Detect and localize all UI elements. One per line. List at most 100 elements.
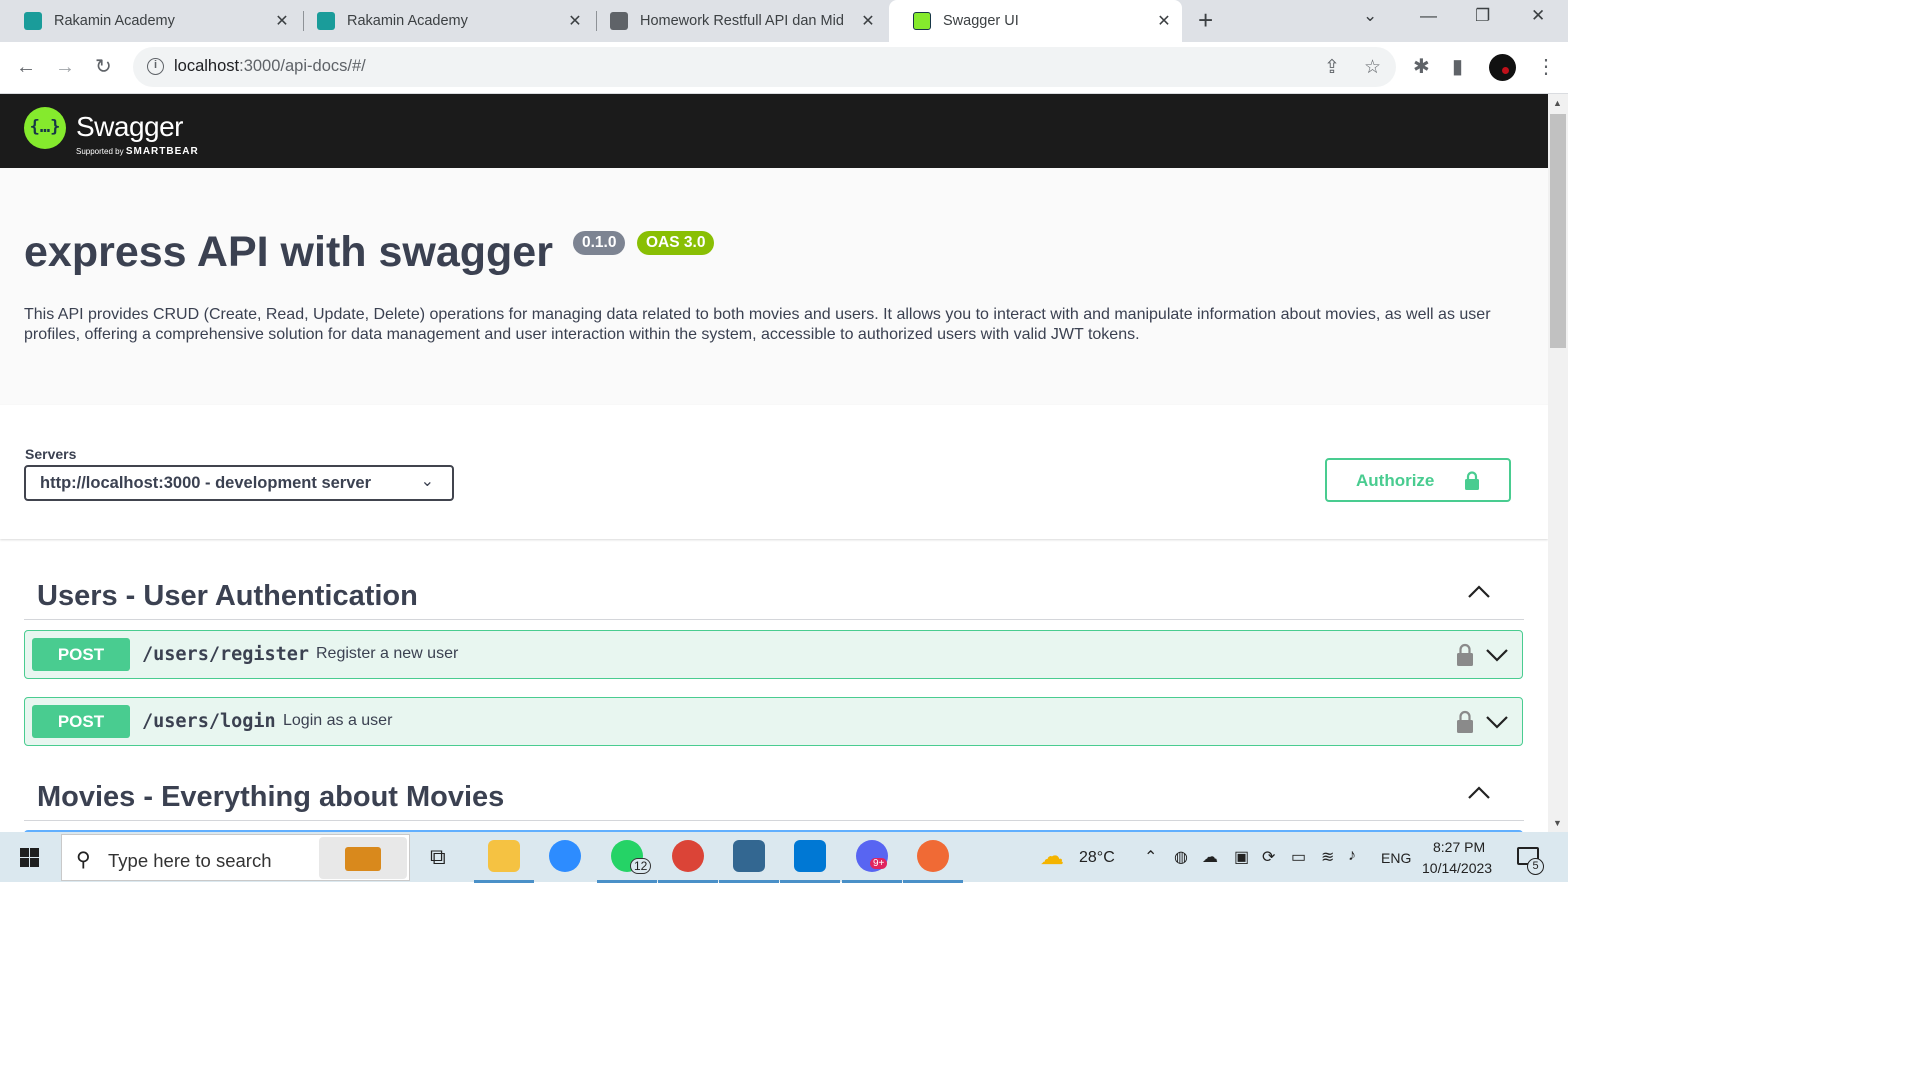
scroll-up-icon[interactable]: ▲ [1553, 98, 1562, 108]
version-badge: 0.1.0 [573, 231, 626, 255]
operation-path: /users/register [142, 644, 310, 665]
supported-by: Supported by SMARTBEAR [76, 146, 199, 157]
temperature[interactable]: 28°C [1079, 849, 1115, 867]
minimize-icon[interactable]: — [1420, 6, 1437, 26]
browser-toolbar: ← → ↻ i localhost:3000/api-docs/#/ ⇪ ☆ ✱… [0, 42, 1568, 94]
tab-title: Swagger UI [943, 13, 1019, 29]
chrome-icon[interactable] [658, 840, 718, 883]
server-select[interactable]: http://localhost:3000 - development serv… [24, 465, 454, 501]
scrollbar-thumb[interactable] [1550, 114, 1566, 348]
tag-movies[interactable]: Movies - Everything about Movies [24, 763, 1524, 821]
avatar[interactable] [1489, 54, 1516, 81]
browser-tab-bar: Rakamin Academy ✕ Rakamin Academy ✕ Home… [0, 0, 1568, 42]
clock-date[interactable]: 10/14/2023 [1422, 860, 1492, 876]
swagger-icon [913, 12, 931, 30]
operation-users-register[interactable]: POST /users/register Register a new user [24, 630, 1523, 679]
chevron-up-icon[interactable] [1467, 781, 1491, 805]
globe-icon [610, 12, 628, 30]
share-icon[interactable]: ⇪ [1324, 56, 1340, 79]
update-icon[interactable]: ⟳ [1262, 847, 1275, 867]
discord-badge: 9+ [870, 858, 888, 869]
rakamin-icon [24, 12, 42, 30]
task-view-icon[interactable]: ⧉ [430, 844, 446, 870]
method-badge: POST [32, 638, 130, 671]
battery-icon[interactable]: ▭ [1291, 847, 1306, 867]
operation-path: /users/login [142, 711, 276, 732]
clock-time[interactable]: 8:27 PM [1433, 839, 1485, 855]
scheme-container: Servers http://localhost:3000 - developm… [0, 405, 1548, 539]
close-icon[interactable]: ✕ [1156, 13, 1172, 30]
scroll-down-icon[interactable]: ▼ [1553, 818, 1562, 828]
onedrive-icon[interactable]: ☁ [1202, 847, 1218, 867]
chevron-up-icon[interactable] [1467, 580, 1491, 604]
back-icon[interactable]: ← [16, 56, 36, 78]
tab-search-icon[interactable]: ⌄ [1363, 6, 1377, 26]
servers-label: Servers [25, 446, 77, 462]
server-select-value: http://localhost:3000 - development serv… [40, 474, 372, 492]
tab-homework[interactable]: Homework Restfull API dan Mid ✕ [586, 0, 886, 42]
site-info-icon[interactable]: i [147, 58, 164, 75]
tab-title: Rakamin Academy [54, 13, 175, 29]
bookmark-star-icon[interactable]: ☆ [1364, 56, 1381, 79]
postman-icon[interactable] [903, 840, 963, 883]
search-icon: ⚲ [76, 849, 91, 871]
close-icon[interactable]: ✕ [567, 13, 583, 30]
meet-icon[interactable]: ▣ [1234, 847, 1249, 867]
chevron-down-icon[interactable] [1486, 645, 1508, 665]
swagger-page: {…} Swagger Supported by SMARTBEAR expre… [0, 94, 1548, 832]
tag-users[interactable]: Users - User Authentication [24, 562, 1524, 620]
briefcase-icon[interactable] [319, 837, 407, 879]
tag-title: Movies - Everything about Movies [37, 781, 505, 813]
swagger-topbar: {…} Swagger Supported by SMARTBEAR [0, 94, 1548, 168]
oas-badge: OAS 3.0 [637, 231, 715, 255]
swagger-brand[interactable]: Swagger [76, 111, 184, 143]
tab-title: Homework Restfull API dan Mid [640, 13, 844, 29]
volume-icon[interactable]: ♪ [1348, 847, 1356, 865]
tab-rakamin-2[interactable]: Rakamin Academy ✕ [293, 0, 593, 42]
language-indicator[interactable]: ENG [1381, 850, 1411, 866]
tab-title: Rakamin Academy [347, 13, 468, 29]
lock-icon[interactable] [1456, 710, 1474, 734]
windows-taskbar: ⚲ Type here to search ⧉ 12 9+ ☁ 28°C ⌃ ◍… [0, 832, 1568, 883]
chevron-down-icon: ⌄ [420, 473, 434, 490]
authorize-button[interactable]: Authorize [1325, 458, 1511, 502]
address-bar[interactable]: i localhost:3000/api-docs/#/ ⇪ ☆ [133, 47, 1396, 87]
method-badge: POST [32, 705, 130, 738]
notification-count: 5 [1527, 858, 1544, 875]
page-scrollbar[interactable]: ▲ ▼ [1548, 94, 1568, 832]
menu-icon[interactable]: ⋮ [1536, 56, 1556, 78]
close-icon[interactable]: ✕ [274, 13, 290, 30]
swagger-logo-icon[interactable]: {…} [24, 107, 66, 149]
whatsapp-badge: 12 [630, 858, 652, 874]
chevron-down-icon[interactable] [1486, 712, 1508, 732]
page-title: express API with swagger [24, 228, 553, 276]
close-icon[interactable]: ✕ [860, 13, 876, 30]
tab-swagger-ui[interactable]: Swagger UI ✕ [889, 0, 1182, 42]
lock-icon[interactable] [1456, 643, 1474, 667]
api-description: This API provides CRUD (Create, Read, Up… [24, 306, 1491, 343]
color-icon[interactable]: ◍ [1174, 847, 1188, 867]
window-close-icon[interactable]: ✕ [1531, 6, 1545, 26]
authorize-label: Authorize [1356, 471, 1435, 490]
url-text[interactable]: localhost:3000/api-docs/#/ [174, 57, 366, 76]
tag-title: Users - User Authentication [37, 580, 418, 612]
weather-icon[interactable]: ☁ [1040, 842, 1064, 871]
side-panel-icon[interactable]: ▮ [1452, 56, 1463, 78]
extensions-icon[interactable]: ✱ [1413, 56, 1430, 78]
chevron-up-icon[interactable]: ⌃ [1144, 847, 1157, 867]
restore-icon[interactable]: ❐ [1475, 6, 1490, 26]
tab-rakamin-1[interactable]: Rakamin Academy ✕ [0, 0, 300, 42]
zoom-icon[interactable] [549, 840, 581, 872]
operation-summary: Login as a user [283, 712, 393, 729]
reload-icon[interactable]: ↻ [95, 56, 112, 78]
file-explorer-icon[interactable] [474, 840, 534, 883]
postgresql-icon[interactable] [719, 840, 779, 883]
operation-users-login[interactable]: POST /users/login Login as a user [24, 697, 1523, 746]
forward-icon[interactable]: → [55, 56, 75, 78]
new-tab-icon[interactable]: + [1198, 7, 1213, 33]
lock-icon [1465, 471, 1479, 490]
vscode-icon[interactable] [780, 840, 840, 883]
wifi-icon[interactable]: ≋ [1321, 847, 1334, 867]
taskbar-search[interactable]: ⚲ Type here to search [61, 834, 410, 881]
windows-start-icon[interactable] [20, 848, 39, 867]
